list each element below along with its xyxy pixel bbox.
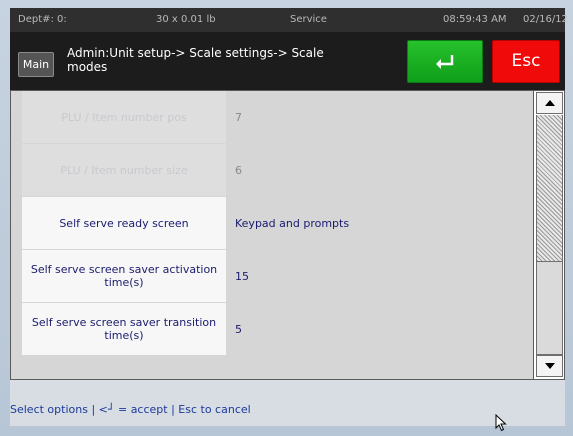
weight-readout: 30 x 0.01 lb (156, 14, 216, 25)
setting-row-plu-pos: PLU / Item number pos 7 (22, 91, 527, 143)
dept-indicator: Dept#: 0: (18, 14, 67, 25)
app-window: Dept#: 0: 30 x 0.01 lb Service 08:59:43 … (0, 0, 573, 436)
esc-button[interactable]: Esc (492, 40, 560, 83)
scroll-up-button[interactable] (536, 92, 563, 114)
setting-value[interactable]: 15 (235, 250, 249, 302)
settings-list: PLU / Item number pos 7 PLU / Item numbe… (10, 90, 565, 380)
enter-button[interactable] (407, 40, 483, 83)
setting-row-saver-transition[interactable]: Self serve screen saver transition time(… (22, 303, 527, 355)
setting-label[interactable]: Self serve ready screen (22, 197, 226, 249)
setting-row-plu-size: PLU / Item number size 6 (22, 144, 527, 196)
setting-value: 7 (235, 110, 242, 124)
setting-label: PLU / Item number pos (22, 91, 226, 143)
mouse-pointer-icon (495, 414, 507, 432)
setting-value[interactable]: 5 (235, 303, 242, 355)
setting-value: 6 (235, 163, 242, 177)
triangle-up-icon (545, 100, 555, 106)
scrollbar[interactable] (533, 91, 564, 379)
setting-value[interactable]: Keypad and prompts (235, 197, 349, 249)
mode-indicator: Service (290, 14, 327, 25)
clock-date: 02/16/12 (523, 14, 568, 25)
main-button[interactable]: Main (18, 52, 54, 77)
setting-label[interactable]: Self serve screen saver transition time(… (22, 303, 226, 355)
return-arrow-icon (436, 55, 454, 69)
scroll-thumb[interactable] (536, 261, 563, 355)
scroll-track[interactable] (536, 115, 563, 261)
footer-hint: Select options | <┘ = accept | Esc to ca… (10, 380, 565, 426)
hint-text: Select options | <┘ = accept | Esc to ca… (10, 403, 251, 416)
scroll-down-button[interactable] (536, 355, 563, 377)
triangle-down-icon (545, 363, 555, 369)
setting-label: PLU / Item number size (22, 144, 226, 196)
setting-label[interactable]: Self serve screen saver activation time(… (22, 250, 226, 302)
status-bar: Dept#: 0: 30 x 0.01 lb Service 08:59:43 … (10, 8, 568, 32)
setting-row-ready-screen[interactable]: Self serve ready screen Keypad and promp… (22, 197, 527, 249)
header-bar: Main Admin:Unit setup-> Scale settings->… (10, 32, 565, 90)
breadcrumb: Admin:Unit setup-> Scale settings-> Scal… (67, 46, 324, 74)
clock-time: 08:59:43 AM (443, 14, 507, 25)
setting-row-saver-activation[interactable]: Self serve screen saver activation time(… (22, 250, 527, 302)
